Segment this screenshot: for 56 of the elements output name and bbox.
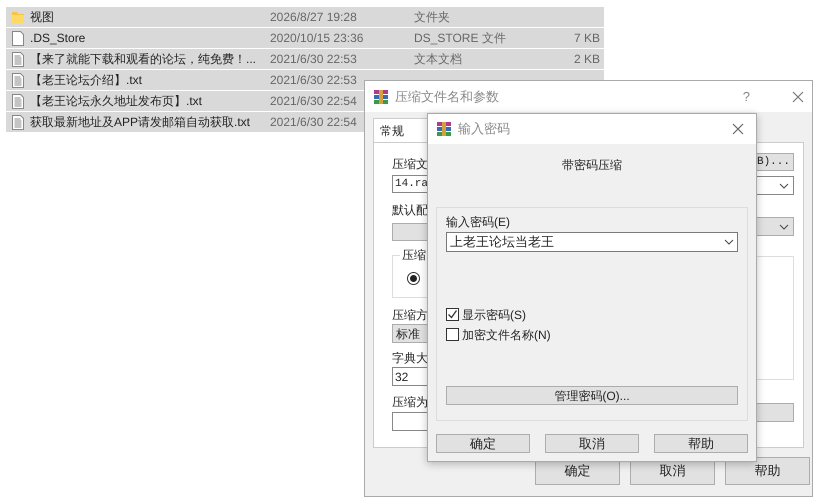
field-label: 压缩为 bbox=[392, 396, 429, 408]
file-date: 2021/6/30 22:54 bbox=[270, 94, 357, 108]
file-name: 【老王论坛永久地址发布页】.txt bbox=[30, 93, 204, 110]
field-label: 压缩文 bbox=[392, 158, 429, 170]
file-size: 2 KB bbox=[574, 51, 601, 68]
file-date: 2020/10/15 23:36 bbox=[270, 31, 364, 45]
field-label: 默认配 bbox=[392, 204, 429, 216]
file-name: 视图 bbox=[30, 9, 55, 26]
file-type: DS_STORE 文件 bbox=[414, 30, 507, 47]
chevron-icon bbox=[779, 182, 789, 188]
close-icon[interactable] bbox=[732, 123, 744, 135]
file-date: 2021/6/30 22:53 bbox=[270, 73, 357, 87]
dialog-button[interactable]: 帮助 bbox=[725, 457, 810, 485]
file-date: 2026/8/27 19:28 bbox=[270, 10, 357, 24]
file-name: .DS_Store bbox=[30, 30, 86, 47]
close-icon[interactable] bbox=[792, 90, 804, 102]
file-name: 【老王论坛介绍】.txt bbox=[30, 72, 144, 89]
file-row[interactable]: 视图 2026/8/27 19:28 文件夹 bbox=[6, 7, 604, 27]
file-row[interactable]: .DS_Store 2020/10/15 23:36 DS_STORE 文件 7 KB bbox=[6, 28, 604, 48]
radio-button[interactable] bbox=[407, 272, 420, 285]
checkbox-option[interactable]: 加密文件名称(N) bbox=[446, 328, 738, 341]
field-label: 压缩方 bbox=[392, 309, 429, 321]
books-icon bbox=[373, 88, 389, 104]
file-row[interactable]: 【来了就能下载和观看的论坛，纯免费！... 2021/6/30 22:53 文本文档 2 KB bbox=[6, 49, 604, 69]
dialog-button[interactable]: 取消 bbox=[545, 434, 639, 453]
file-name: 【来了就能下载和观看的论坛，纯免费！... bbox=[30, 51, 258, 68]
dialog-heading: 带密码压缩 bbox=[562, 157, 622, 174]
file-size: 7 KB bbox=[574, 30, 601, 47]
field-label: 输入密码(E) bbox=[446, 216, 511, 228]
tab[interactable]: 常规 bbox=[373, 118, 430, 142]
chevron-icon bbox=[779, 224, 789, 230]
manage-passwords-button[interactable]: 管理密码(O)... bbox=[446, 386, 738, 405]
file-date: 2021/6/30 22:53 bbox=[270, 52, 357, 66]
group-label: 压缩 bbox=[400, 249, 428, 261]
file-name: 获取最新地址及APP请发邮箱自动获取.txt bbox=[30, 114, 252, 131]
file-date: 2021/6/30 22:54 bbox=[270, 115, 357, 129]
checkbox[interactable] bbox=[446, 308, 459, 321]
browse-button[interactable]: B)... bbox=[754, 153, 794, 171]
help-button[interactable]: ? bbox=[742, 86, 750, 106]
chevron-icon bbox=[724, 239, 734, 245]
text-file-icon bbox=[12, 72, 24, 88]
checkbox[interactable] bbox=[446, 328, 459, 341]
password-field[interactable]: 上老王论坛当老王 bbox=[446, 232, 738, 252]
file-icon bbox=[12, 30, 24, 46]
books-icon bbox=[436, 121, 452, 137]
dialog-button[interactable]: 确定 bbox=[436, 434, 530, 453]
dialog-button[interactable]: 帮助 bbox=[654, 434, 748, 453]
file-type: 文件夹 bbox=[414, 9, 451, 26]
field-label: 字典大 bbox=[392, 352, 429, 364]
profile-dropdown[interactable] bbox=[754, 217, 794, 236]
text-file-icon bbox=[12, 114, 24, 130]
folder-icon bbox=[11, 10, 25, 24]
text-file-icon bbox=[12, 94, 24, 108]
file-type: 文本文档 bbox=[414, 51, 463, 68]
checkbox-option[interactable]: 显示密码(S) bbox=[446, 308, 738, 321]
text-file-icon bbox=[12, 52, 24, 66]
